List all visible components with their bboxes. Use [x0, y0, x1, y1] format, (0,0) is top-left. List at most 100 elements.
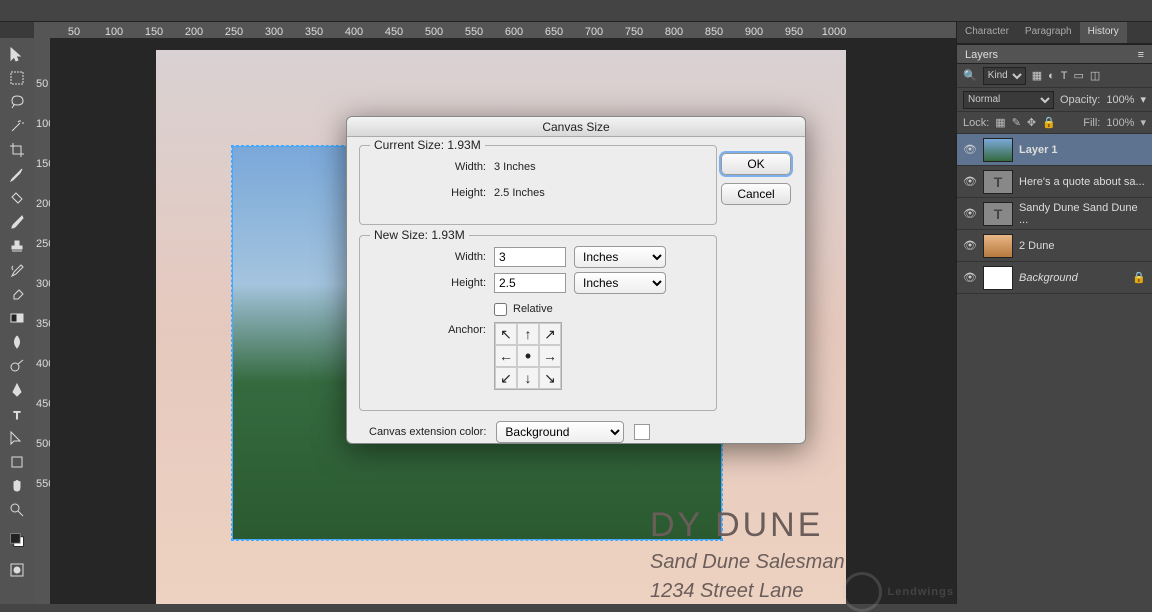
relative-label: Relative: [513, 303, 553, 315]
new-size-label: New Size: 1.93M: [370, 228, 469, 242]
layer-thumbnail[interactable]: [983, 234, 1013, 258]
canvas-size-dialog: Canvas Size Current Size: 1.93M Width: 3…: [346, 116, 806, 444]
panel-menu-icon[interactable]: ≡: [1138, 49, 1144, 59]
anchor-sw[interactable]: ↙: [495, 367, 517, 389]
lock-all-icon[interactable]: 🔒: [1042, 116, 1056, 129]
width-label: Width:: [374, 251, 494, 263]
anchor-s[interactable]: ↓: [517, 367, 539, 389]
ruler-vertical: 50 100 150 200 250 300 350 400 450 500 5…: [34, 38, 50, 604]
crop-tool-icon[interactable]: [4, 139, 30, 161]
stamp-tool-icon[interactable]: [4, 235, 30, 257]
anchor-w[interactable]: ←: [495, 345, 517, 367]
lock-icon: 🔒: [1132, 271, 1146, 284]
visibility-icon[interactable]: 👁: [963, 239, 977, 252]
quickmask-tool-icon[interactable]: [4, 559, 30, 581]
relative-checkbox[interactable]: [494, 303, 507, 316]
zoom-tool-icon[interactable]: [4, 499, 30, 521]
height-label: Height:: [374, 277, 494, 289]
tab-character[interactable]: Character: [957, 22, 1017, 43]
tab-history[interactable]: History: [1080, 22, 1127, 43]
marquee-tool-icon[interactable]: [4, 67, 30, 89]
width-unit-select[interactable]: Inches: [574, 246, 666, 268]
hand-tool-icon[interactable]: [4, 475, 30, 497]
cancel-button[interactable]: Cancel: [721, 183, 791, 205]
lasso-tool-icon[interactable]: [4, 91, 30, 113]
dialog-title: Canvas Size: [347, 117, 805, 137]
ok-button[interactable]: OK: [721, 153, 791, 175]
height-unit-select[interactable]: Inches: [574, 272, 666, 294]
move-tool-icon[interactable]: [4, 43, 30, 65]
layer-thumbnail[interactable]: T: [983, 170, 1013, 194]
panel-tabs-row: Character Paragraph History: [957, 22, 1152, 44]
anchor-se[interactable]: ↘: [539, 367, 561, 389]
fill-label: Fill:: [1083, 117, 1100, 129]
extension-color-label: Canvas extension color:: [369, 426, 486, 438]
layer-row[interactable]: 👁 T Sandy Dune Sand Dune ...: [957, 198, 1152, 230]
svg-text:T: T: [14, 410, 21, 422]
layer-row[interactable]: 👁 Background 🔒: [957, 262, 1152, 294]
fill-value[interactable]: 100%: [1106, 117, 1134, 129]
anchor-e[interactable]: →: [539, 345, 561, 367]
filter-adjust-icon[interactable]: ◐: [1048, 70, 1055, 82]
layer-row[interactable]: 👁 Layer 1: [957, 134, 1152, 166]
history-brush-tool-icon[interactable]: [4, 259, 30, 281]
visibility-icon[interactable]: 👁: [963, 143, 977, 156]
blend-mode-select[interactable]: Normal: [963, 91, 1054, 109]
anchor-nw[interactable]: ↖: [495, 323, 517, 345]
layer-name: Sandy Dune Sand Dune ...: [1019, 202, 1146, 226]
filter-type-icon[interactable]: T: [1061, 70, 1068, 82]
chevron-down-icon[interactable]: ▾: [1140, 93, 1146, 106]
cur-width-value: 3 Inches: [494, 161, 536, 173]
visibility-icon[interactable]: 👁: [963, 271, 977, 284]
pen-tool-icon[interactable]: [4, 379, 30, 401]
extension-color-select[interactable]: Background: [496, 421, 624, 443]
visibility-icon[interactable]: 👁: [963, 175, 977, 188]
path-tool-icon[interactable]: [4, 427, 30, 449]
gradient-tool-icon[interactable]: [4, 307, 30, 329]
tab-paragraph[interactable]: Paragraph: [1017, 22, 1080, 43]
anchor-grid: ↖ ↑ ↗ ← • → ↙ ↓ ↘: [494, 322, 562, 390]
kind-select[interactable]: Kind: [983, 67, 1026, 85]
layer-thumbnail[interactable]: [983, 266, 1013, 290]
card-address: 1234 Street Lane: [650, 580, 845, 603]
layers-panel-head[interactable]: Layers ≡: [957, 44, 1152, 64]
shape-tool-icon[interactable]: [4, 451, 30, 473]
height-input[interactable]: [494, 273, 566, 293]
opacity-value[interactable]: 100%: [1106, 94, 1134, 106]
layer-thumbnail[interactable]: T: [983, 202, 1013, 226]
dodge-tool-icon[interactable]: [4, 355, 30, 377]
blend-opacity-row: Normal Opacity: 100% ▾: [957, 88, 1152, 112]
brush-tool-icon[interactable]: [4, 211, 30, 233]
card-title: DY DUNE: [650, 506, 845, 545]
layer-row[interactable]: 👁 T Here's a quote about sa...: [957, 166, 1152, 198]
type-tool-icon[interactable]: T: [4, 403, 30, 425]
ruler-horizontal: 50 100 150 200 250 300 350 400 450 500 5…: [34, 22, 956, 38]
color-swatch[interactable]: [634, 424, 650, 440]
cur-width-label: Width:: [374, 161, 494, 173]
anchor-label: Anchor:: [374, 322, 494, 336]
blur-tool-icon[interactable]: [4, 331, 30, 353]
chevron-down-icon[interactable]: ▾: [1140, 116, 1146, 129]
width-input[interactable]: [494, 247, 566, 267]
current-size-label: Current Size: 1.93M: [370, 138, 485, 152]
eyedropper-tool-icon[interactable]: [4, 163, 30, 185]
lock-position-icon[interactable]: ✥: [1027, 116, 1036, 129]
healing-tool-icon[interactable]: [4, 187, 30, 209]
watermark-icon: [842, 572, 882, 612]
layer-name: Here's a quote about sa...: [1019, 176, 1145, 188]
filter-smart-icon[interactable]: ◫: [1090, 69, 1100, 82]
card-subtitle: Sand Dune Salesman: [650, 551, 845, 574]
anchor-center[interactable]: •: [517, 345, 539, 367]
anchor-ne[interactable]: ↗: [539, 323, 561, 345]
filter-shape-icon[interactable]: ▭: [1074, 69, 1084, 82]
filter-image-icon[interactable]: ▦: [1032, 69, 1042, 82]
visibility-icon[interactable]: 👁: [963, 207, 977, 220]
eraser-tool-icon[interactable]: [4, 283, 30, 305]
wand-tool-icon[interactable]: [4, 115, 30, 137]
color-swatches-icon[interactable]: [4, 523, 30, 557]
lock-brush-icon[interactable]: ✎: [1012, 116, 1021, 129]
anchor-n[interactable]: ↑: [517, 323, 539, 345]
layer-thumbnail[interactable]: [983, 138, 1013, 162]
lock-pixels-icon[interactable]: ▦: [995, 116, 1005, 129]
layer-row[interactable]: 👁 2 Dune: [957, 230, 1152, 262]
